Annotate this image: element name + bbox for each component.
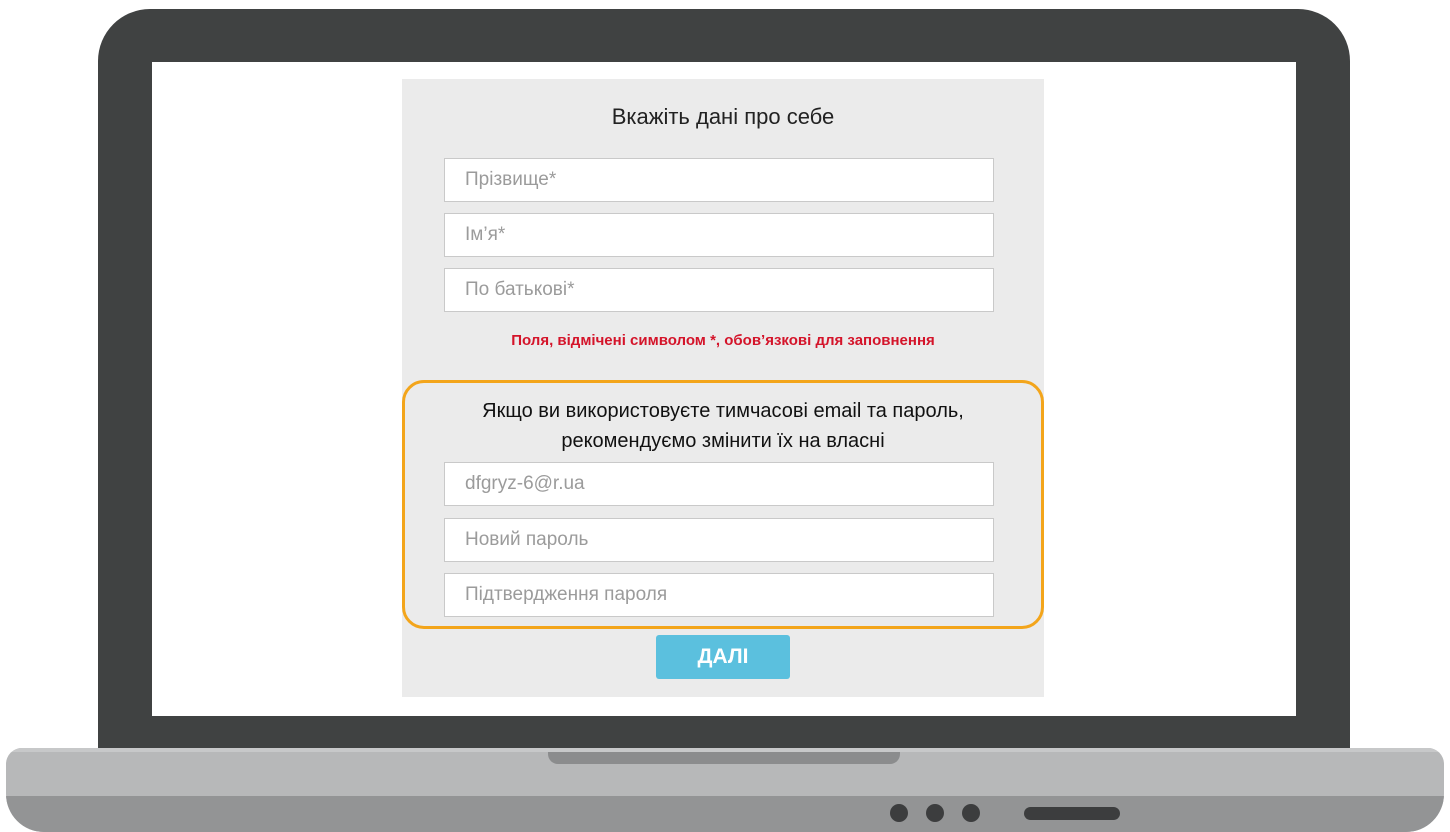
indicator-light-icon — [890, 804, 908, 822]
required-fields-note: Поля, відмічені символом *, обов’язкові … — [511, 332, 935, 349]
first-name-input[interactable] — [444, 213, 994, 257]
laptop-illustration: Вкажіть дані про себе Поля, відмічені си… — [0, 0, 1450, 832]
indicator-light-icon — [926, 804, 944, 822]
temporary-credentials-note-line2: рекомендуємо змінити їх на власні — [561, 430, 885, 452]
laptop-hinge — [548, 752, 900, 764]
laptop-base-bottom — [6, 796, 1444, 832]
form-title: Вкажіть дані про себе — [611, 104, 835, 129]
drive-slot-icon — [1024, 807, 1120, 820]
confirm-password-input[interactable] — [444, 573, 994, 617]
email-input[interactable] — [444, 462, 994, 506]
patronymic-input[interactable] — [444, 268, 994, 312]
temporary-credentials-note-line1: Якщо ви використовуєте тимчасові email т… — [482, 400, 964, 422]
indicator-light-icon — [962, 804, 980, 822]
next-button[interactable]: ДАЛІ — [656, 635, 790, 679]
surname-input[interactable] — [444, 158, 994, 202]
new-password-input[interactable] — [444, 518, 994, 562]
temporary-credentials-note: Якщо ви використовуєте тимчасові email т… — [402, 396, 1044, 456]
